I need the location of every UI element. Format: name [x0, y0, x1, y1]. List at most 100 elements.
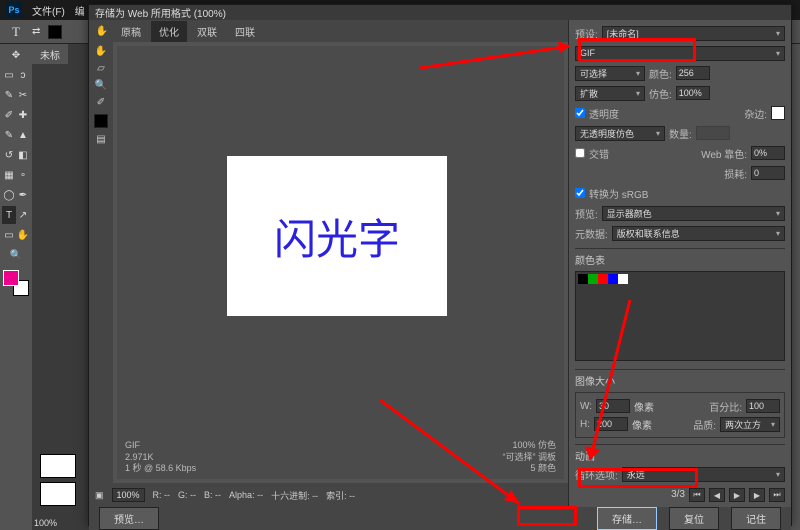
- tab-original[interactable]: 原稿: [113, 21, 149, 42]
- frame-thumb[interactable]: [40, 454, 76, 478]
- type-tool[interactable]: T: [2, 206, 16, 224]
- menu-file[interactable]: 文件(F): [32, 3, 65, 18]
- readout-r: R: --: [153, 490, 171, 500]
- tab-optimized[interactable]: 优化: [151, 21, 187, 42]
- marquee-tool[interactable]: ▭: [2, 66, 16, 84]
- zoom-tool[interactable]: 🔍: [4, 246, 28, 264]
- gradient-tool[interactable]: ▦: [2, 166, 16, 184]
- interlace-label: 交错: [589, 146, 609, 161]
- heal-tool[interactable]: ✚: [16, 106, 30, 124]
- eyedropper-tool[interactable]: ✐: [2, 106, 16, 124]
- pen-tool[interactable]: ✒: [16, 186, 30, 204]
- readout-alpha: Alpha: --: [229, 490, 263, 500]
- lossy-input[interactable]: [751, 166, 785, 180]
- preset-select[interactable]: [未命名]: [602, 26, 785, 41]
- tab-two-up[interactable]: 双联: [189, 21, 225, 42]
- loop-label: 循环选项:: [575, 467, 618, 482]
- readout-index: 索引: --: [326, 489, 355, 502]
- quality-select[interactable]: 两次立方: [720, 417, 780, 432]
- height-input[interactable]: [594, 417, 628, 431]
- zoom-select[interactable]: 100%: [112, 488, 145, 502]
- reset-button[interactable]: 复位: [669, 507, 719, 530]
- dither-amt-label: 仿色:: [649, 86, 672, 101]
- dodge-tool[interactable]: ◯: [2, 186, 16, 204]
- matte-label: 杂边:: [744, 106, 767, 121]
- last-frame-button[interactable]: ⏭: [769, 488, 785, 502]
- colors-input[interactable]: [676, 66, 710, 80]
- preview-button[interactable]: 预览…: [99, 507, 159, 530]
- sample-color-swatch[interactable]: [94, 114, 108, 128]
- preview-profile-select[interactable]: 显示器颜色: [602, 206, 785, 221]
- preview-profile-label: 预览:: [575, 206, 598, 221]
- canvas-text: 闪光字: [274, 206, 400, 267]
- slice-tool-icon[interactable]: ▱: [97, 63, 105, 74]
- animation-header: 动画: [575, 444, 785, 463]
- ps-logo: Ps: [6, 2, 22, 18]
- blur-tool[interactable]: ∘: [16, 166, 30, 184]
- web-snap-input[interactable]: [751, 146, 785, 160]
- zoom-tool-icon[interactable]: 🔍: [95, 80, 107, 91]
- remember-button[interactable]: 记住: [731, 507, 781, 530]
- colors-label: 颜色:: [649, 66, 672, 81]
- next-frame-button[interactable]: ▶: [749, 488, 765, 502]
- quality-label: 品质:: [693, 417, 716, 432]
- prev-frame-button[interactable]: ◀: [709, 488, 725, 502]
- width-input[interactable]: [596, 399, 630, 413]
- dither-amt-input[interactable]: [676, 86, 710, 100]
- option-swap-icon[interactable]: ⇄: [32, 26, 40, 37]
- save-button[interactable]: 存储…: [597, 507, 657, 530]
- type-tool-indicator: T: [8, 24, 24, 40]
- tab-four-up[interactable]: 四联: [227, 21, 263, 42]
- hand-tool-icon[interactable]: ✋: [95, 46, 107, 57]
- hand-icon[interactable]: ✋: [93, 22, 111, 40]
- shape-tool[interactable]: ▭: [2, 226, 16, 244]
- first-frame-button[interactable]: ⏮: [689, 488, 705, 502]
- menu-edit[interactable]: 编: [75, 3, 85, 18]
- image-size-header: 图像大小: [575, 369, 785, 388]
- px-label: 像素: [634, 399, 654, 414]
- interlace-check[interactable]: [575, 148, 585, 158]
- percent-input[interactable]: [746, 399, 780, 413]
- preset-label: 预设:: [575, 26, 598, 41]
- srgb-label: 转换为 sRGB: [589, 186, 648, 201]
- srgb-check[interactable]: [575, 188, 585, 198]
- lasso-tool[interactable]: ɔ: [16, 66, 30, 84]
- color-picker[interactable]: [3, 270, 29, 296]
- quick-select-tool[interactable]: ✎: [2, 86, 16, 104]
- eyedropper-icon[interactable]: ✐: [97, 97, 105, 108]
- eraser-tool[interactable]: ◧: [16, 146, 30, 164]
- transparency-label: 透明度: [589, 106, 619, 121]
- play-button[interactable]: ▶: [729, 488, 745, 502]
- move-tool[interactable]: ✥: [4, 46, 28, 64]
- reduction-select[interactable]: 可选择: [575, 66, 645, 81]
- loop-select[interactable]: 永远: [622, 467, 785, 482]
- height-label: H:: [580, 419, 590, 430]
- frame-thumb[interactable]: [40, 482, 76, 506]
- brush-tool[interactable]: ✎: [2, 126, 16, 144]
- text-color-swatch[interactable]: [48, 25, 62, 39]
- slice-visibility-icon[interactable]: ▤: [96, 134, 105, 145]
- stamp-tool[interactable]: ▲: [16, 126, 30, 144]
- document-tab[interactable]: 未标: [32, 44, 68, 64]
- color-table[interactable]: [575, 271, 785, 361]
- format-select[interactable]: GIF: [575, 46, 785, 61]
- path-tool[interactable]: ↗: [16, 206, 30, 224]
- hand-tool[interactable]: ✋: [16, 226, 30, 244]
- zoom-readout: 100%: [34, 518, 57, 528]
- preview-canvas: 闪光字: [227, 156, 447, 316]
- zoom-out-icon[interactable]: ▣: [95, 490, 104, 501]
- preview-info-left: GIF 2.971K 1 秒 @ 58.6 Kbps: [125, 440, 196, 475]
- web-snap-label: Web 靠色:: [701, 146, 747, 161]
- trans-dither-select[interactable]: 无透明度仿色: [575, 126, 665, 141]
- dither-select[interactable]: 扩散: [575, 86, 645, 101]
- trans-amount-label: 数量:: [669, 126, 692, 141]
- history-brush-tool[interactable]: ↺: [2, 146, 16, 164]
- preview-stage: 闪光字 GIF 2.971K 1 秒 @ 58.6 Kbps 100% 仿色 “…: [117, 46, 564, 479]
- transparency-check[interactable]: [575, 108, 585, 118]
- metadata-label: 元数据:: [575, 226, 608, 241]
- metadata-select[interactable]: 版权和联系信息: [612, 226, 785, 241]
- crop-tool[interactable]: ✂: [16, 86, 30, 104]
- matte-swatch[interactable]: [771, 106, 785, 120]
- color-table-header: 颜色表: [575, 248, 785, 267]
- save-for-web-dialog: 存储为 Web 所用格式 (100%) ✋ 原稿 优化 双联 四联 ✋ ▱ 🔍 …: [88, 4, 792, 526]
